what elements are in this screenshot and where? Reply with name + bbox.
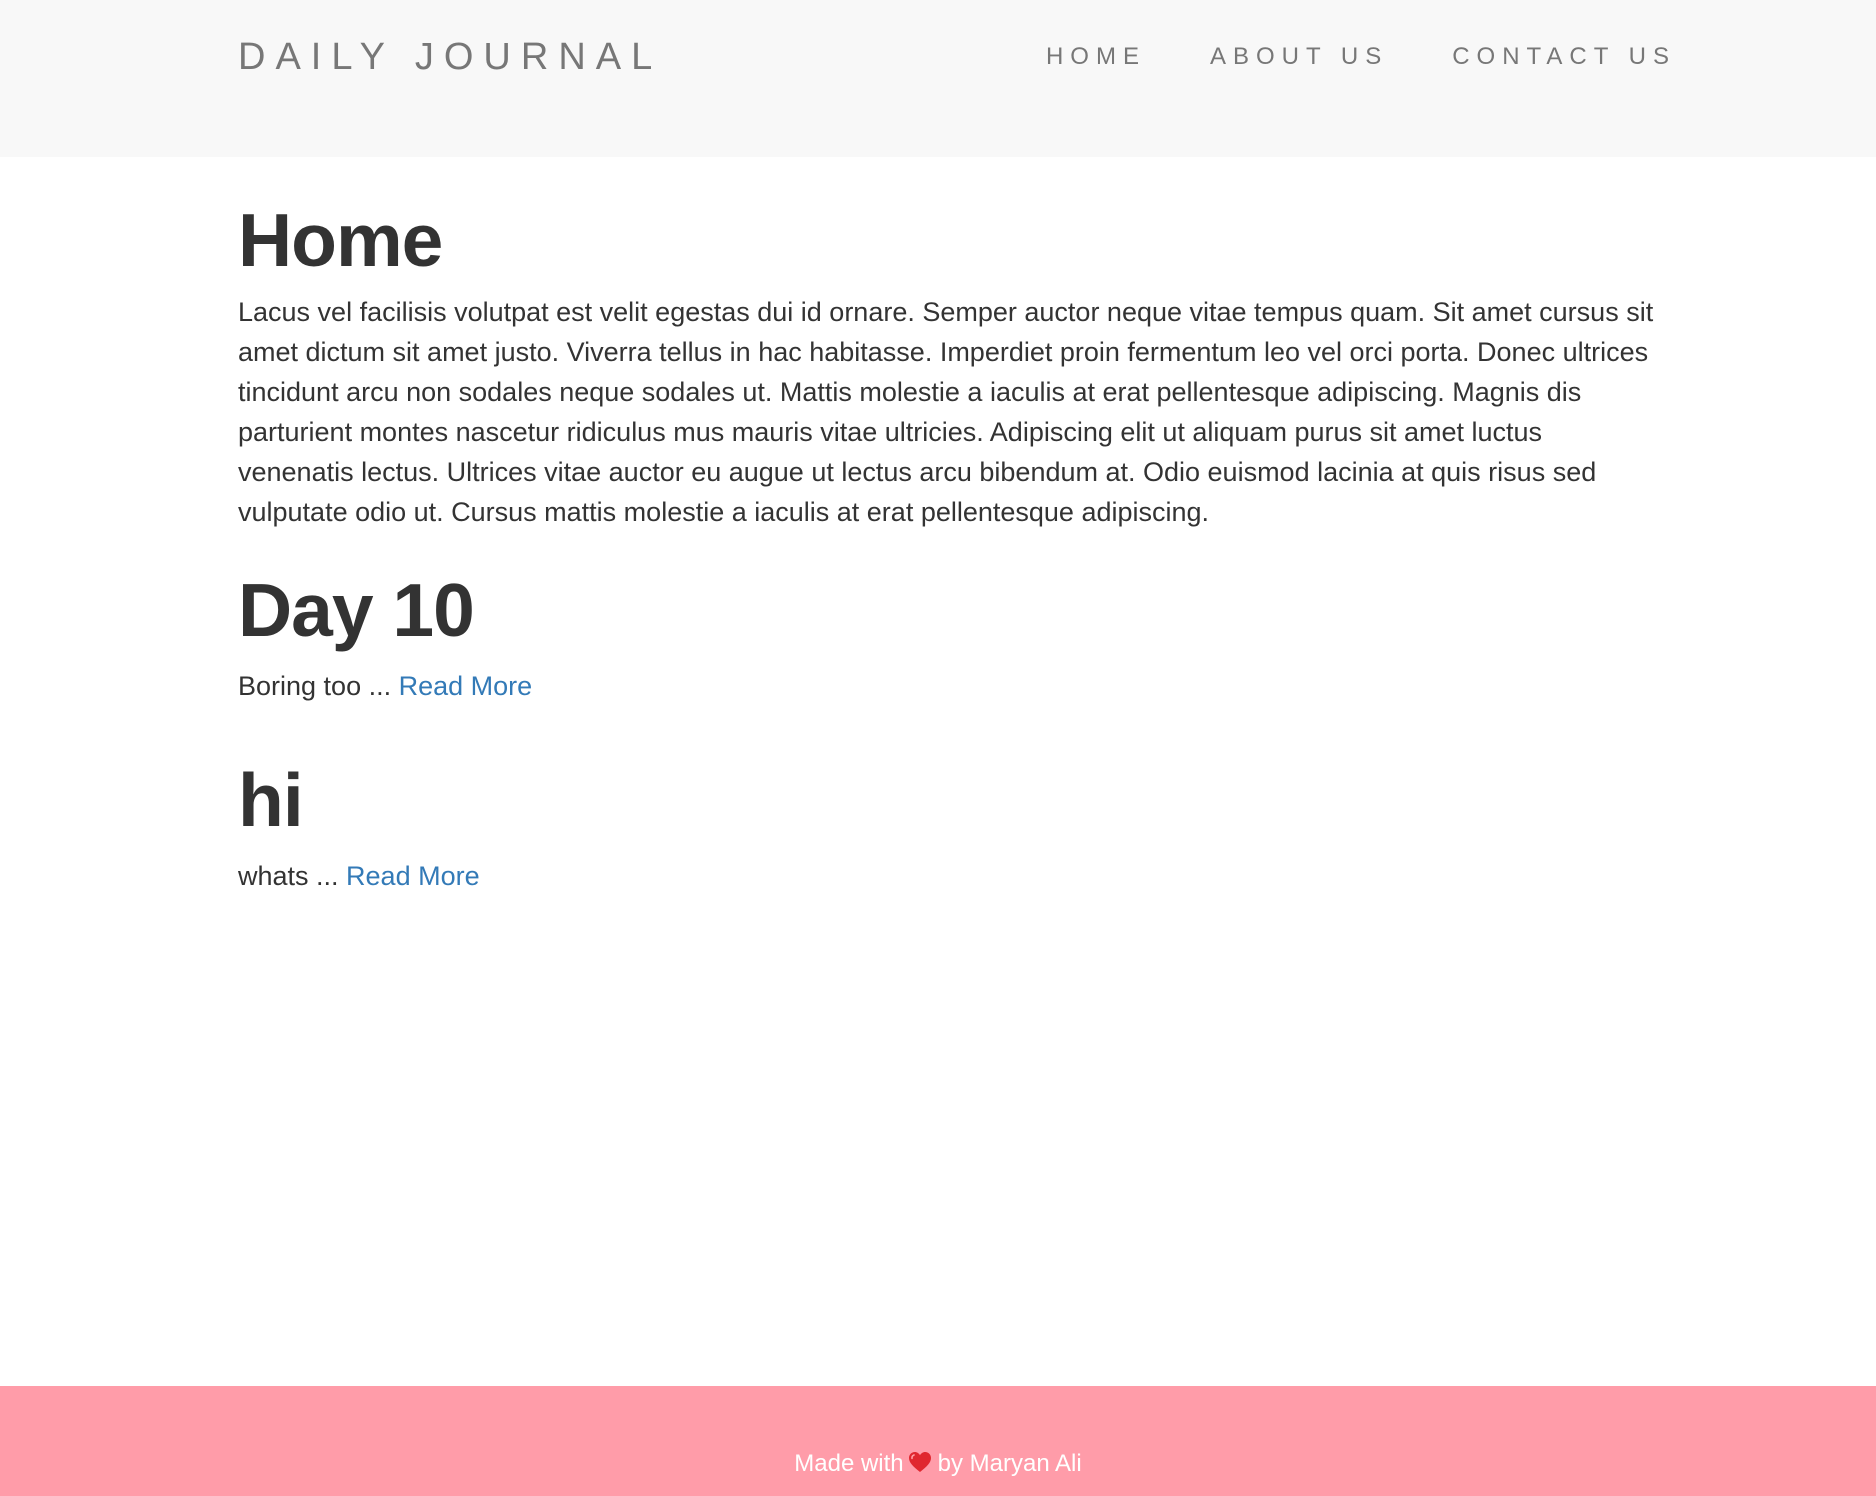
page-title: Home bbox=[238, 198, 443, 282]
footer-suffix: by Maryan Ali bbox=[937, 1450, 1082, 1477]
post-excerpt: whats ... Read More bbox=[238, 856, 1658, 896]
main-content: Home Lacus vel facilisis volutpat est ve… bbox=[238, 190, 1658, 896]
nav-item-home: HOME bbox=[1046, 42, 1146, 72]
footer: Made with by Maryan Ali bbox=[0, 1386, 1876, 1496]
nav-link-about-us[interactable]: ABOUT US bbox=[1210, 42, 1388, 72]
brand-logo-link[interactable]: DAILY JOURNAL bbox=[238, 34, 662, 80]
post-excerpt-text: whats ... bbox=[238, 861, 347, 891]
nav-item-about: ABOUT US bbox=[1210, 42, 1388, 72]
post-excerpt-text: Boring too ... bbox=[238, 671, 399, 701]
post-title: Day 10 bbox=[238, 568, 475, 652]
post-item: hi whats ... Read More bbox=[238, 750, 1658, 896]
heart-icon bbox=[908, 1452, 931, 1472]
nav-link-contact-us[interactable]: CONTACT US bbox=[1452, 42, 1676, 72]
footer-prefix: Made with bbox=[794, 1450, 904, 1477]
post-title: hi bbox=[238, 758, 304, 842]
footer-credit: Made with by Maryan Ali bbox=[0, 1386, 1876, 1479]
nav-menu: HOME ABOUT US CONTACT US bbox=[982, 42, 1676, 72]
post-item: Day 10 Boring too ... Read More bbox=[238, 560, 1658, 706]
nav-link-home[interactable]: HOME bbox=[1046, 42, 1146, 72]
intro-paragraph: Lacus vel facilisis volutpat est velit e… bbox=[238, 297, 1654, 527]
nav-item-contact: CONTACT US bbox=[1452, 42, 1676, 72]
read-more-link[interactable]: Read More bbox=[346, 861, 480, 891]
navbar: DAILY JOURNAL HOME ABOUT US CONTACT US bbox=[0, 0, 1876, 157]
read-more-link[interactable]: Read More bbox=[399, 671, 533, 701]
post-excerpt: Boring too ... Read More bbox=[238, 666, 1658, 706]
